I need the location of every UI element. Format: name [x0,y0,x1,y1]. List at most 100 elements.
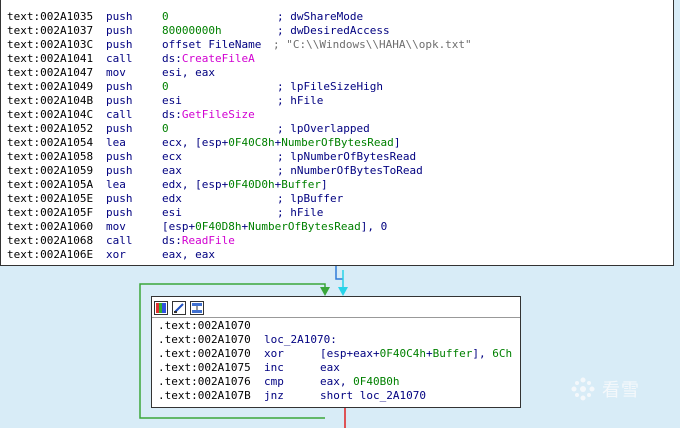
watermark-logo-icon [571,377,595,401]
line-address: text:002A1054 [7,136,94,149]
line-operands: ds:ReadFile [162,234,235,248]
line-operands: 0 [162,10,169,24]
line-comment: ; lpNumberOfBytesRead [277,150,417,163]
line-operands: eax [320,361,340,375]
operand-part: GetFileSize [181,108,255,121]
line-comment: ; dwDesiredAccess [277,24,390,37]
line-mnemonic: call [106,52,133,65]
line-address: text:002A1068 [7,234,94,247]
line-address: text:002A1059 [7,164,94,177]
operand-part: eax, eax [162,248,215,261]
operand-part: esi [162,206,182,219]
operand-part: 0 [162,122,169,135]
line-address: .text:002A1075 [158,361,251,374]
operand-part: 0F40D8h [195,220,242,233]
line-operands: 0 [162,122,169,136]
line-operands: short loc_2A1070 [320,389,426,403]
operand-part: + [425,347,433,360]
line-operands: ds:CreateFileA [162,52,255,66]
block-header-toolbar [152,297,520,318]
operand-part: Buffer [281,178,321,191]
entry-edge-green [295,283,326,290]
line-address: text:002A1058 [7,150,94,163]
line-address: text:002A1041 [7,52,94,65]
line-mnemonic: push [106,94,133,107]
line-comment: ; hFile [277,94,324,107]
watermark-text: 看雪 [602,380,640,401]
line-operands: eax, eax [162,248,215,262]
operand-part: ds: [162,234,182,247]
operand-part: offset FileName [162,38,262,51]
line-address: .text:002A1076 [158,375,251,388]
operand-part: [esp+eax+ [320,347,380,360]
operand-part: edx, [esp+ [162,178,229,191]
line-address: text:002A1049 [7,80,94,93]
line-operands: edx [162,192,182,206]
color-palette-icon[interactable] [154,300,168,315]
line-operands: [esp+eax+0F40C4h+Buffer], 6Ch [320,347,512,361]
line-operands: [esp+0F40D8h+NumberOfBytesRead], 0 [162,220,387,234]
operand-part: eax, [320,375,354,388]
operand-part: ds: [162,108,182,121]
line-address: text:002A105F [7,206,94,219]
line-address: text:002A106E [7,248,94,261]
operand-part: ], 0 [360,220,388,233]
line-operands: eax [162,164,182,178]
line-address: text:002A1037 [7,24,94,37]
operand-part: NumberOfBytesRead [281,136,394,149]
line-comment: ; lpBuffer [277,192,344,205]
line-address: text:002A1052 [7,122,94,135]
disassembly-block-top[interactable]: text:002A1035 push 0 ; dwShareMode text:002A… [0,0,674,266]
line-comment: ; hFile [277,206,324,219]
disassembly-block-loop[interactable]: .text:002A1070 .text:002A1070 loc_2A1070:.… [151,296,521,408]
line-address: text:002A104B [7,94,94,107]
line-mnemonic: mov [106,220,126,233]
line-mnemonic: push [106,38,133,51]
line-comment: ; lpOverlapped [277,122,370,135]
operand-part: 0F40C4h [379,347,426,360]
operand-part: ecx [162,150,182,163]
line-comment: ; dwShareMode [277,10,364,23]
operand-part: ds: [162,52,182,65]
line-comment: ; "C:\\Windows\\HAHA\\opk.txt" [273,38,472,51]
operand-part: eax [162,164,182,177]
operand-part: ReadFile [181,234,235,247]
operand-part: ] [320,178,328,191]
line-mnemonic: lea [106,136,126,149]
line-operands: eax, 0F40B0h [320,375,399,389]
line-address: text:002A1047 [7,66,94,79]
line-address: text:002A1060 [7,220,94,233]
line-operands: edx, [esp+0F40D0h+Buffer] [162,178,328,192]
edit-node-icon[interactable] [172,300,186,315]
operand-part: 0F40C8h [228,136,275,149]
line-operands: ecx, [esp+0F40C8h+NumberOfBytesRead] [162,136,400,150]
operand-part: ] [393,136,401,149]
operand-part: eax [320,361,340,374]
operand-part: CreateFileA [181,52,255,65]
operand-part: 6Ch [492,347,513,360]
line-mnemonic: call [106,234,133,247]
line-operands: ds:GetFileSize [162,108,255,122]
line-address: text:002A1035 [7,10,94,23]
line-mnemonic: call [106,108,133,121]
graph-group-icon[interactable] [190,300,204,315]
line-operands: 80000000h [162,24,222,38]
operand-part: 0 [162,10,169,23]
line-label: loc_2A1070: [264,333,337,346]
line-mnemonic: push [106,122,133,135]
line-operands: esi [162,206,182,220]
line-mnemonic: push [106,24,133,37]
line-operands: ecx [162,150,182,164]
line-mnemonic: push [106,164,133,177]
arrowhead-green [320,287,330,296]
line-mnemonic: push [106,206,133,219]
operand-part: [esp+ [162,220,196,233]
operand-part: Buffer [432,347,473,360]
line-mnemonic: push [106,192,133,205]
line-operands: 0 [162,80,169,94]
operand-part: ], [472,347,493,360]
operand-part: esi [162,94,182,107]
line-mnemonic: push [106,10,133,23]
line-address: .text:002A1070 [158,319,251,332]
line-mnemonic: xor [106,248,126,261]
